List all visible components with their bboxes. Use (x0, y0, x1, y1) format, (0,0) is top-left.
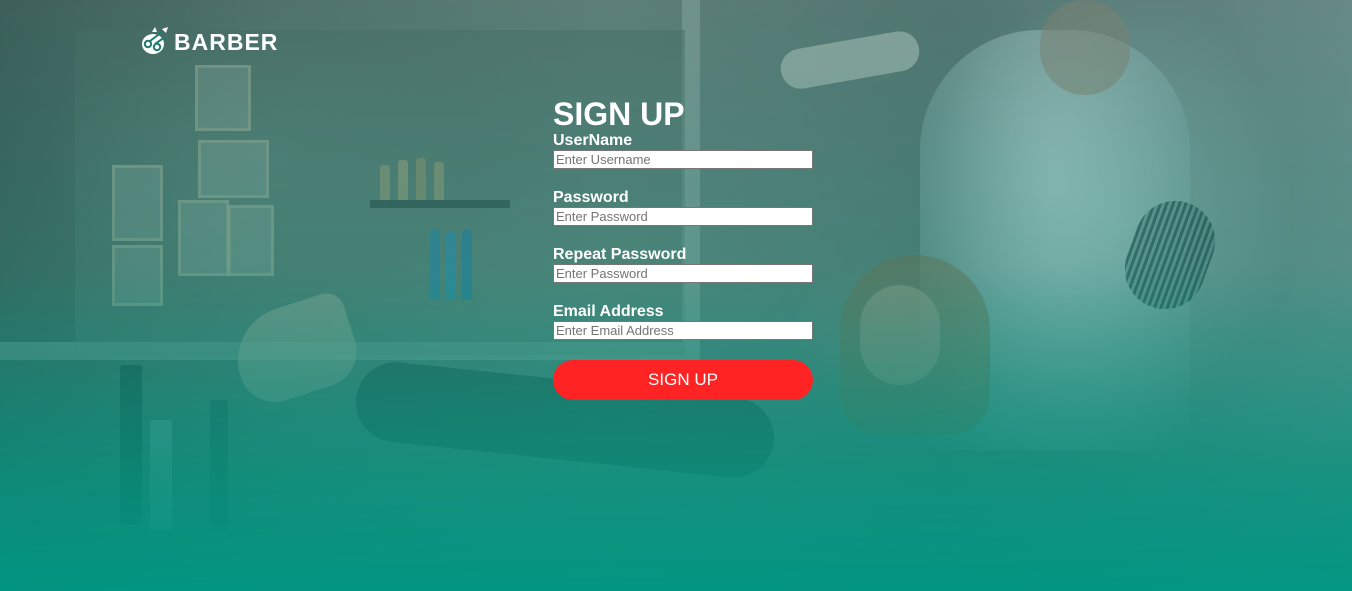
brand-name: BARBER (174, 28, 279, 55)
username-label: UserName (553, 132, 633, 149)
email-input[interactable] (553, 321, 813, 340)
username-input[interactable] (553, 150, 813, 169)
brand-logo[interactable]: BARBER (138, 26, 278, 58)
signup-button[interactable]: SIGN UP (553, 360, 813, 400)
repeat-password-label: Repeat Password (553, 246, 687, 263)
password-label: Password (553, 189, 629, 206)
page-title: SIGN UP (553, 96, 685, 132)
barber-scissors-logo-icon (142, 27, 168, 54)
signup-form: SIGN UP UserName Password Repeat Passwor… (553, 96, 813, 400)
email-field-group: Email Address (553, 303, 813, 340)
username-field-group: UserName (553, 132, 813, 169)
email-label: Email Address (553, 303, 664, 320)
repeat-password-input[interactable] (553, 264, 813, 283)
password-input[interactable] (553, 207, 813, 226)
repeat-password-field-group: Repeat Password (553, 246, 813, 283)
signup-page: BARBER SIGN UP UserName Password Repeat … (0, 0, 1352, 591)
password-field-group: Password (553, 189, 813, 226)
